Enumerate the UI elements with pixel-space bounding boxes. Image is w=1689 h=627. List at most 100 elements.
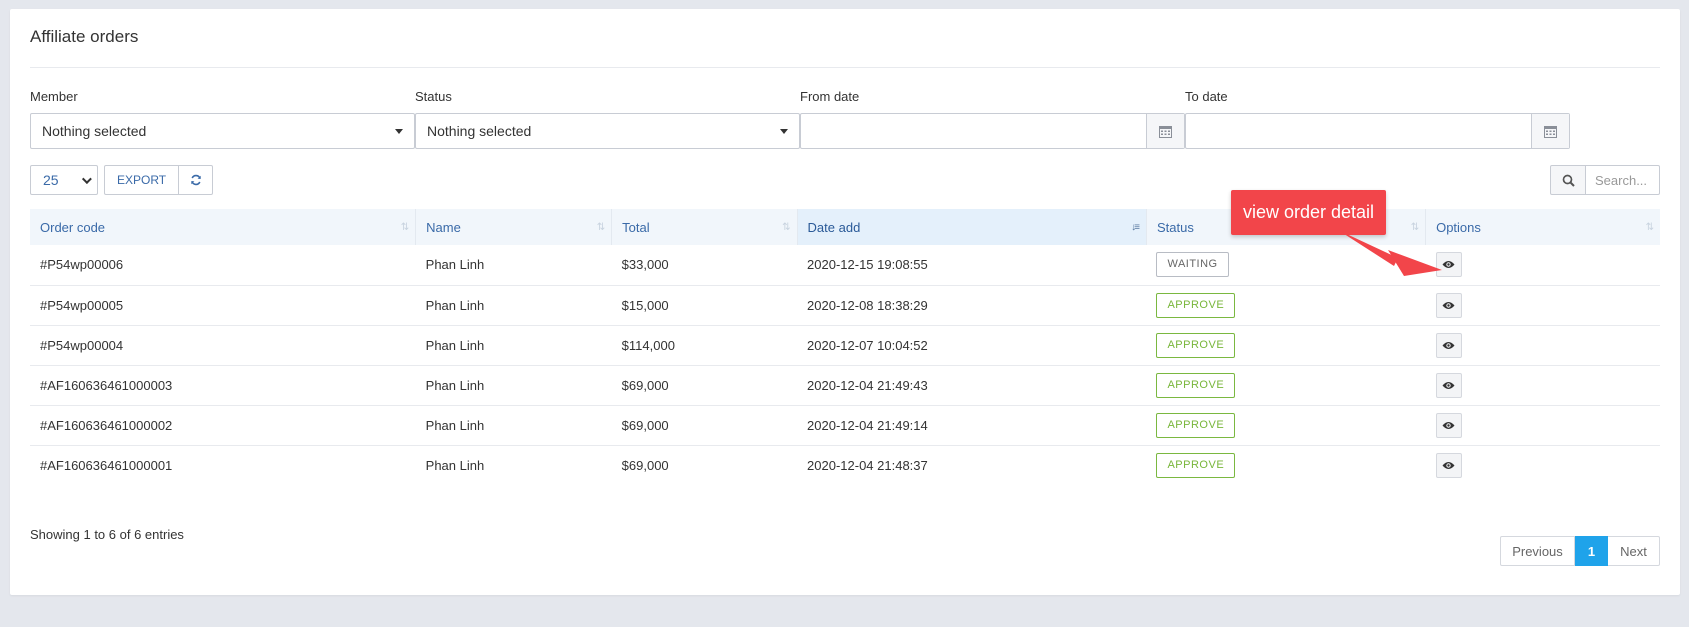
status-cell: APPROVE (1146, 284, 1426, 325)
table-row: #AF160636461000002 Phan Linh $69,000 202… (30, 404, 1660, 445)
view-order-button[interactable] (1435, 332, 1462, 358)
status-select-value: Nothing selected (427, 123, 532, 139)
column-header-order-code[interactable]: Order code ⇅ (30, 209, 417, 245)
status-cell: APPROVE (1146, 364, 1426, 405)
status-cell: APPROVE (1146, 444, 1426, 485)
view-order-button[interactable] (1435, 412, 1462, 438)
options-cell (1425, 324, 1660, 365)
page-title: Affiliate orders (30, 27, 139, 46)
from-date-field (800, 113, 1185, 149)
table-info: Showing 1 to 6 of 6 entries (30, 527, 184, 542)
column-header-date-add[interactable]: Date add ↓≡ (797, 209, 1147, 245)
affiliate-orders-panel: Affiliate orders Member Nothing selected… (10, 9, 1680, 595)
date-cell: 2020-12-04 21:48:37 (797, 444, 1147, 485)
eye-icon (1442, 461, 1455, 469)
date-cell: 2020-12-08 18:38:29 (797, 284, 1147, 325)
order-code-cell: #P54wp00005 (30, 284, 416, 325)
title-divider (30, 67, 1660, 68)
eye-icon (1442, 421, 1455, 429)
table-row: #AF160636461000001 Phan Linh $69,000 202… (30, 444, 1660, 485)
order-code-cell: #P54wp00006 (40, 257, 124, 273)
name-cell: Phan Linh (415, 324, 612, 365)
sort-icon: ⇅ (400, 222, 410, 233)
order-code-cell: #P54wp00004 (30, 324, 416, 365)
date-cell: 2020-12-04 21:49:43 (797, 364, 1147, 405)
name-cell: Phan Linh (415, 444, 612, 485)
to-date-calendar-button[interactable] (1531, 114, 1569, 148)
total-cell: $33,000 (621, 257, 669, 273)
total-cell: $69,000 (611, 404, 798, 445)
options-cell (1425, 444, 1660, 485)
order-code-cell: #AF160636461000003 (30, 364, 416, 405)
table-toolbar: 25 EXPORT (30, 165, 214, 195)
from-date-label: From date (800, 89, 860, 104)
name-cell: Phan Linh (415, 364, 612, 405)
eye-icon (1442, 301, 1455, 309)
order-code-cell: #AF160636461000001 (30, 444, 416, 485)
name-cell: Phan Linh (415, 284, 612, 325)
page-length-select[interactable]: 25 (30, 165, 98, 195)
calendar-icon (1159, 125, 1172, 138)
total-cell: $69,000 (611, 364, 798, 405)
status-badge: APPROVE (1156, 292, 1236, 318)
member-select[interactable]: Nothing selected (30, 113, 415, 149)
pagination: Previous 1 Next (1500, 536, 1660, 566)
column-header-name[interactable]: Name ⇅ (415, 209, 613, 245)
search-button[interactable] (1550, 165, 1586, 195)
column-header-options[interactable]: Options ⇅ (1425, 209, 1660, 245)
status-badge: APPROVE (1156, 412, 1236, 438)
from-date-filter: From date (800, 89, 1185, 149)
view-order-button[interactable] (1435, 372, 1462, 398)
to-date-field (1185, 113, 1570, 149)
view-order-button[interactable] (1435, 292, 1462, 318)
page-length-value: 25 (43, 172, 59, 188)
status-badge: APPROVE (1156, 372, 1236, 398)
column-header-label: Total (622, 219, 650, 235)
calendar-icon (1544, 125, 1557, 138)
status-filter-label: Status (415, 89, 452, 104)
eye-icon (1442, 381, 1455, 389)
refresh-button[interactable] (179, 165, 214, 195)
sort-icon: ⇅ (782, 222, 791, 233)
search-icon (1562, 174, 1575, 187)
previous-page-button[interactable]: Previous (1500, 536, 1575, 566)
caret-down-icon (780, 128, 788, 134)
table-row: #P54wp00005 Phan Linh $15,000 2020-12-08… (30, 284, 1660, 325)
total-cell: $69,000 (611, 444, 798, 485)
from-date-calendar-button[interactable] (1146, 114, 1184, 148)
member-filter-label: Member (30, 89, 78, 104)
column-header-label: Name (426, 219, 461, 235)
member-filter: Member Nothing selected (30, 89, 415, 149)
action-buttons: EXPORT (104, 165, 214, 195)
name-cell: Phan Linh (415, 404, 612, 445)
date-cell: 2020-12-07 10:04:52 (797, 324, 1147, 365)
options-cell (1425, 284, 1660, 325)
search-input[interactable]: Search... (1586, 165, 1660, 195)
status-badge: APPROVE (1156, 452, 1236, 478)
to-date-label: To date (1185, 89, 1228, 104)
from-date-input[interactable] (801, 114, 1146, 148)
status-cell: APPROVE (1146, 404, 1426, 445)
caret-down-icon (395, 128, 403, 134)
eye-icon (1442, 341, 1455, 349)
export-button[interactable]: EXPORT (104, 165, 180, 195)
view-order-button[interactable] (1435, 452, 1462, 478)
table-row: #P54wp00004 Phan Linh $114,000 2020-12-0… (30, 324, 1660, 365)
refresh-icon (190, 174, 201, 186)
next-page-button[interactable]: Next (1608, 536, 1660, 566)
status-select[interactable]: Nothing selected (415, 113, 800, 149)
status-badge: WAITING (1156, 252, 1229, 278)
column-header-label: Status (1156, 219, 1194, 235)
page-button-current[interactable]: 1 (1575, 536, 1608, 566)
sort-icon: ⇅ (596, 222, 606, 233)
member-select-value: Nothing selected (42, 123, 147, 139)
chevron-down-icon (81, 173, 92, 184)
table-row: #AF160636461000003 Phan Linh $69,000 202… (30, 364, 1660, 405)
total-cell: $15,000 (611, 284, 798, 325)
to-date-filter: To date (1185, 89, 1570, 149)
options-cell (1425, 404, 1660, 445)
name-cell: Phan Linh (425, 257, 485, 273)
column-header-total[interactable]: Total ⇅ (611, 209, 798, 245)
to-date-input[interactable] (1186, 114, 1531, 148)
status-filter: Status Nothing selected (415, 89, 800, 149)
